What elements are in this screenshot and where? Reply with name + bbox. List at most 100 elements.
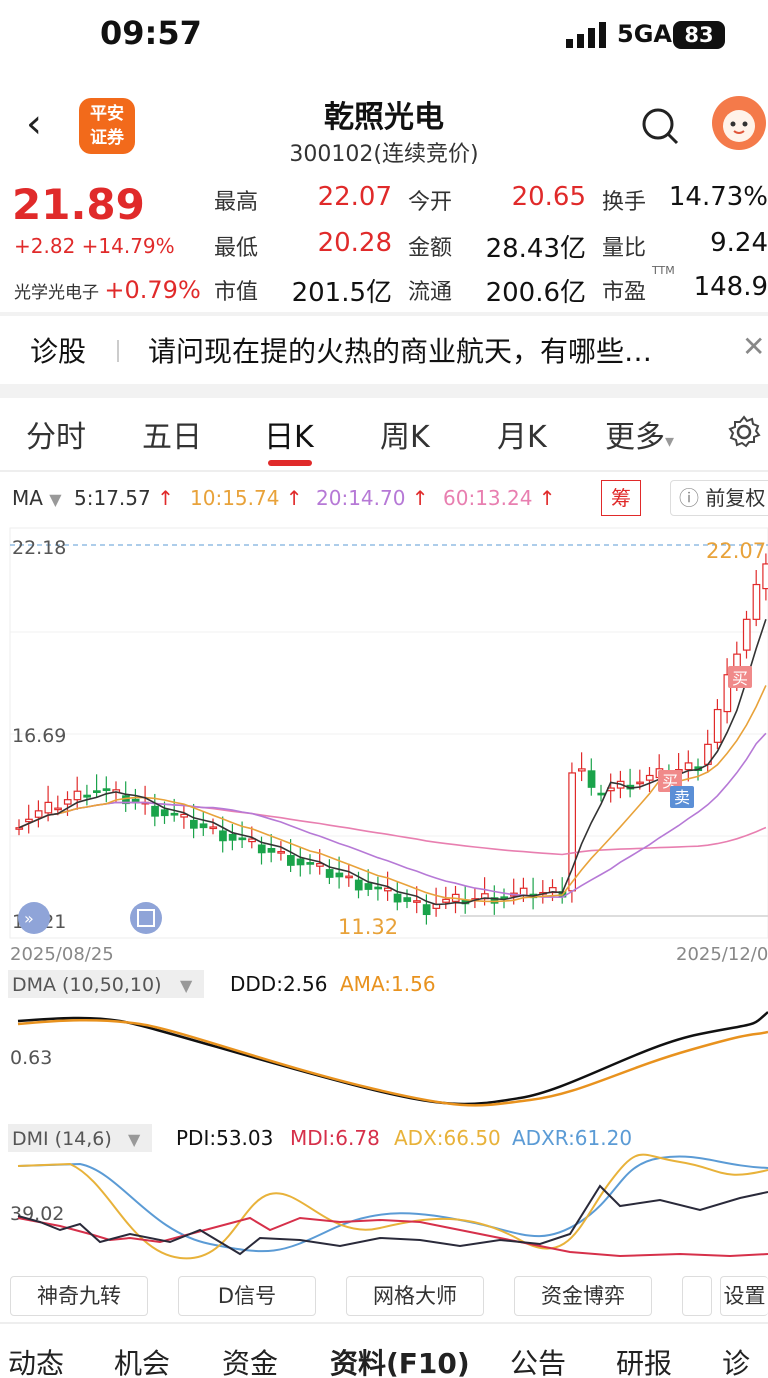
candle-body — [209, 826, 218, 830]
quote-value: 22.07 — [317, 182, 392, 212]
candle-body — [199, 823, 208, 829]
kline-chart[interactable]: 22.18 16.69 11.21 22.07 11.32 买 买 卖 » 20… — [0, 524, 768, 968]
tab-diagnosis[interactable]: 诊股 — [722, 1342, 768, 1378]
candle-body — [645, 774, 654, 781]
quote-label: 今开 — [408, 190, 453, 215]
candle-body — [73, 790, 82, 801]
adjust-mode-button[interactable]: ⓘ 前复权 — [670, 480, 768, 516]
candle-body — [238, 837, 247, 841]
quote-label: 市值 — [214, 280, 259, 305]
candle-body — [44, 801, 53, 814]
tab-funds[interactable]: 资金 — [222, 1342, 278, 1378]
quote-value: 28.43亿 — [485, 234, 586, 264]
ma-label[interactable]: MA ▼ — [12, 486, 62, 510]
dropdown-icon: ▼ — [180, 976, 193, 995]
settings-gear-icon[interactable] — [726, 414, 762, 450]
candle-body — [83, 794, 92, 798]
tab-reports[interactable]: 研报 — [616, 1342, 672, 1378]
ttm-label: TTM — [652, 264, 675, 277]
ma60-value: 60:13.24 ↑ — [443, 486, 556, 510]
tab-weekly-k[interactable]: 周K — [380, 412, 430, 456]
quote-label: 量比 — [602, 236, 647, 261]
sector-name: 光学光电子 — [14, 283, 99, 303]
tab-more[interactable]: 更多▾ — [605, 412, 674, 456]
quote-label: 金额 — [408, 236, 453, 261]
quote-label: 换手 — [602, 190, 647, 215]
divider — [0, 1322, 768, 1324]
up-arrow-icon: ↑ — [279, 486, 303, 510]
candle-body — [354, 879, 363, 891]
candle-body — [403, 897, 412, 902]
candle-body — [636, 781, 644, 785]
tab-opportunity[interactable]: 机会 — [114, 1342, 170, 1378]
date-left: 2025/08/25 — [10, 944, 114, 965]
date-right: 2025/12/0 — [676, 944, 768, 965]
sell-signal-label: 卖 — [674, 788, 690, 807]
price-tick-mid: 16.69 — [12, 725, 66, 747]
candle-body — [374, 886, 382, 890]
divider — [0, 384, 768, 398]
quote-value: 14.73% — [668, 182, 768, 212]
candle-body — [102, 788, 111, 791]
fullscreen-icon[interactable] — [130, 902, 162, 934]
high-mark-label: 22.07 — [706, 539, 766, 563]
candle-body — [519, 887, 528, 896]
dma-indicator-chart[interactable]: DMA (10,50,10) ▼ DDD:2.56 AMA:1.56 0.63 — [0, 966, 768, 1122]
candle-body — [63, 799, 72, 805]
tab-monthly-k[interactable]: 月K — [497, 412, 547, 456]
up-arrow-icon: ↑ — [532, 486, 556, 510]
candle-body — [713, 708, 722, 743]
dma-tick: 0.63 — [10, 1047, 52, 1069]
tab-more-label: 更多 — [605, 420, 665, 455]
tool-fund-game-button[interactable]: 资金博弈 — [514, 1276, 652, 1316]
price-tick-top: 22.18 — [12, 537, 66, 559]
diagnosis-bar[interactable]: 诊股 请问现在提的火热的商业航天，有哪些… ✕ — [0, 316, 768, 384]
double-chevron-icon: » — [24, 909, 34, 928]
candle-body — [92, 790, 101, 793]
candle-body — [228, 833, 237, 841]
diagnosis-title: 诊股 — [30, 335, 87, 368]
tab-announcements[interactable]: 公告 — [510, 1342, 566, 1378]
tool-more-button[interactable] — [682, 1276, 712, 1316]
quote-value: 201.5亿 — [291, 278, 392, 308]
dmi-indicator-chart[interactable]: DMI (14,6) ▼ PDI:53.03 MDI:6.78 ADX:66.5… — [0, 1122, 768, 1272]
candle-body — [345, 875, 353, 879]
ddd-line — [17, 1011, 768, 1106]
mdi-value: MDI:6.78 — [290, 1126, 380, 1150]
avatar-face-icon — [723, 110, 755, 142]
candle-body — [287, 855, 295, 866]
stock-header: ‹ 平安 证券 乾照光电 300102(连续竞价) — [0, 78, 768, 170]
candle-body — [25, 818, 33, 823]
quote-value: 20.28 — [317, 228, 392, 258]
tool-settings-button[interactable]: 设置 — [720, 1276, 768, 1316]
network-label: 5GA — [617, 20, 672, 48]
candle-body — [597, 792, 606, 796]
chip-distribution-button[interactable]: 筹 — [601, 480, 641, 516]
dropdown-icon: ▾ — [665, 431, 675, 452]
search-icon[interactable] — [640, 106, 680, 146]
candle-body — [762, 563, 768, 590]
expand-left-icon[interactable] — [18, 902, 50, 934]
pdi-value: PDI:53.03 — [176, 1126, 273, 1150]
sector-info[interactable]: 光学光电子 +0.79% — [14, 276, 201, 304]
tool-grid-master-button[interactable]: 网格大师 — [346, 1276, 484, 1316]
ma20-value: 20:14.70 ↑ — [316, 486, 429, 510]
ma20-text: 20:14.70 — [316, 486, 406, 510]
tab-f10[interactable]: 资料(F10) — [330, 1342, 470, 1378]
candle-body — [54, 807, 62, 811]
dmi-label: DMI (14,6) — [12, 1128, 112, 1150]
tab-minute[interactable]: 分时 — [26, 412, 86, 456]
close-icon[interactable]: ✕ — [742, 330, 765, 363]
assistant-avatar-icon[interactable] — [712, 96, 766, 150]
ma10-text: 10:15.74 — [190, 486, 280, 510]
status-bar: 09:57 5GA 83 — [0, 0, 768, 70]
tab-news[interactable]: 动态 — [8, 1342, 64, 1378]
candle-body — [34, 810, 43, 818]
tool-d-signal-button[interactable]: D信号 — [178, 1276, 316, 1316]
candle-body — [752, 583, 761, 620]
signal-icon — [566, 22, 606, 48]
chart-frame — [9, 527, 768, 939]
tool-magic-nine-button[interactable]: 神奇九转 — [10, 1276, 148, 1316]
tab-five-day[interactable]: 五日 — [142, 412, 202, 456]
tab-daily-k[interactable]: 日K — [264, 412, 314, 456]
